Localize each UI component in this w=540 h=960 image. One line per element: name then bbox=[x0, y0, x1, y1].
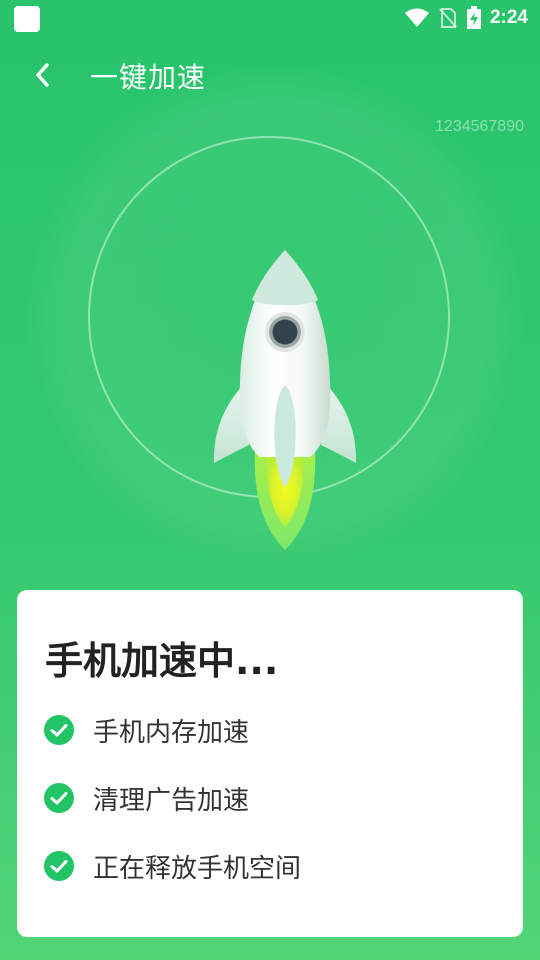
card-title: 手机加速中... bbox=[45, 639, 279, 683]
task-item: 正在释放手机空间 bbox=[43, 846, 301, 886]
no-sim-icon bbox=[439, 8, 457, 28]
status-icons: 2:24 bbox=[404, 4, 528, 32]
boost-progress-card: 手机加速中... 手机内存加速 清理广告加速 正在释放手机空间 bbox=[17, 590, 523, 937]
clock: 2:24 bbox=[489, 7, 528, 28]
task-label: 正在释放手机空间 bbox=[93, 853, 302, 884]
wifi-icon bbox=[404, 8, 429, 27]
chevron-left-icon bbox=[36, 63, 49, 87]
task-label: 手机内存加速 bbox=[93, 717, 250, 748]
rocket-icon bbox=[213, 250, 357, 550]
check-circle-icon bbox=[44, 783, 74, 813]
boost-digits: 1234567890 bbox=[435, 118, 524, 135]
back-button[interactable] bbox=[28, 60, 58, 90]
task-label: 清理广告加速 bbox=[93, 785, 250, 816]
app-notification-icon bbox=[14, 6, 40, 32]
task-item: 清理广告加速 bbox=[43, 778, 249, 818]
status-bar: 2:24 bbox=[0, 0, 540, 36]
battery-charging-icon bbox=[466, 6, 481, 29]
task-item: 手机内存加速 bbox=[43, 710, 249, 750]
check-circle-icon bbox=[44, 851, 74, 881]
check-circle-icon bbox=[44, 715, 74, 745]
